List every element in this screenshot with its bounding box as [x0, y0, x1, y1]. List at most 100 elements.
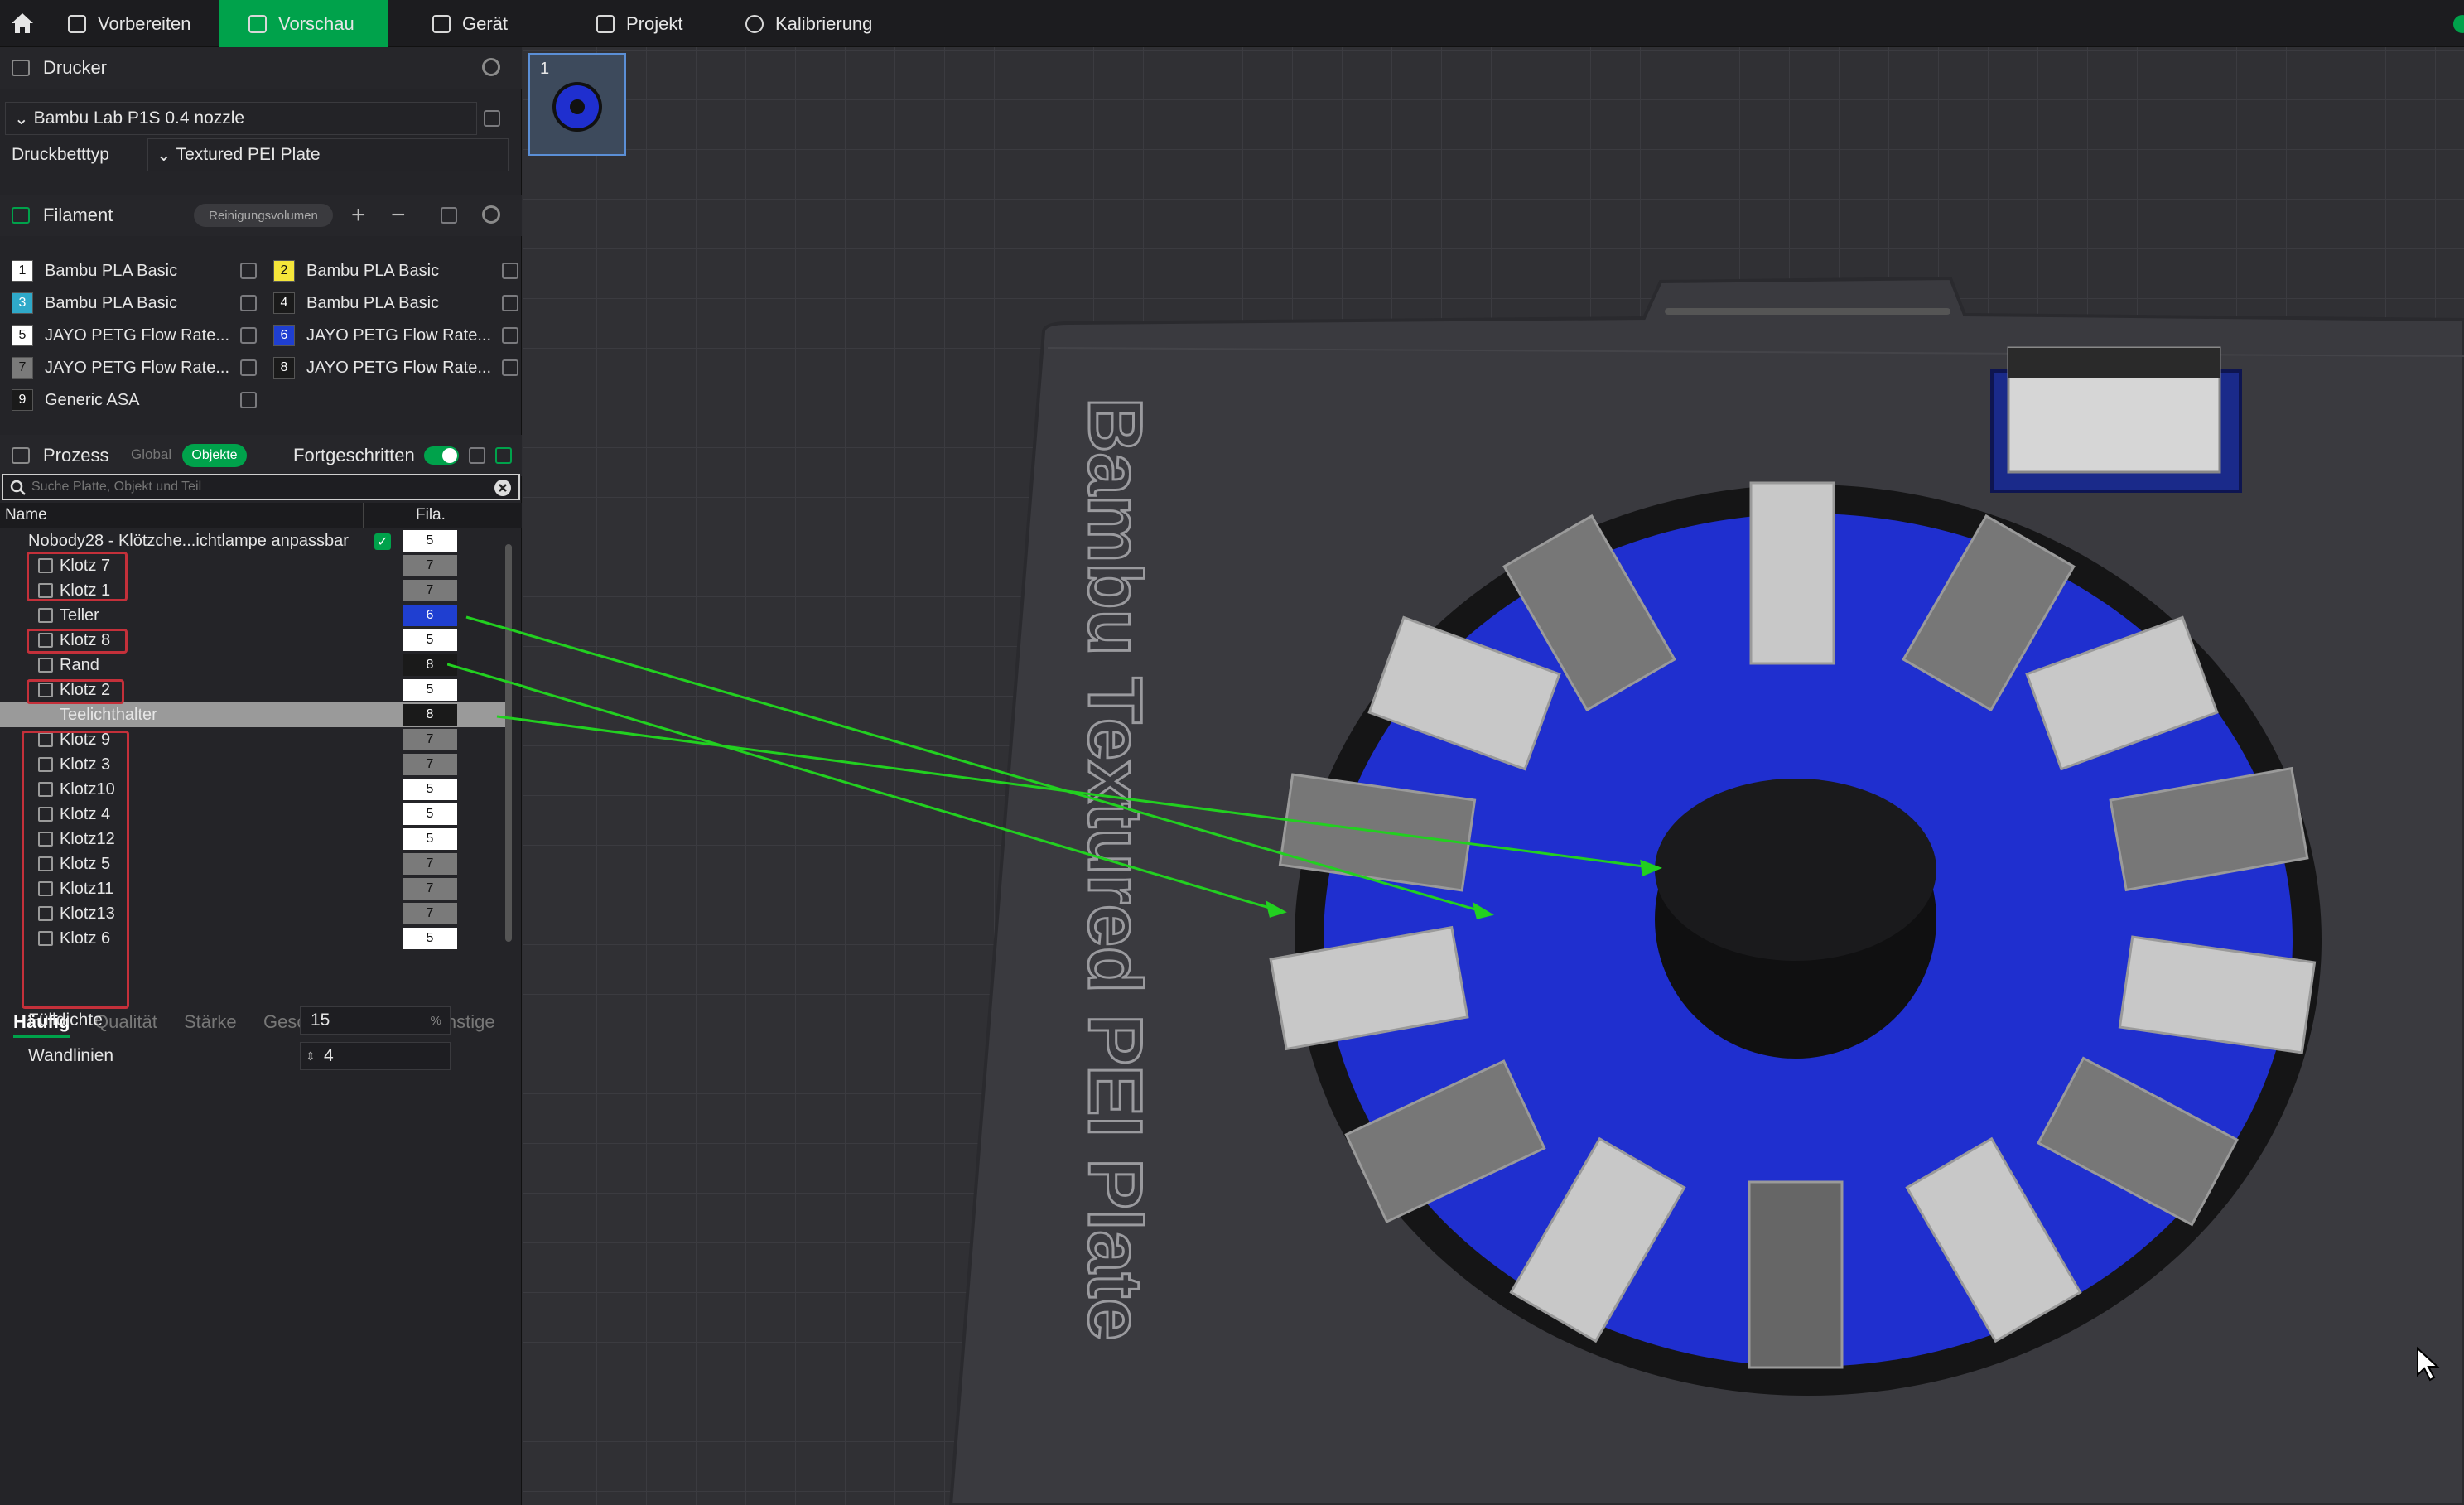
- edit-filament-icon[interactable]: [240, 359, 257, 376]
- edit-filament-icon[interactable]: [502, 295, 518, 311]
- edit-filament-icon[interactable]: [502, 263, 518, 279]
- filament-badge[interactable]: 5: [403, 530, 457, 552]
- filament-swatch[interactable]: 6: [273, 325, 295, 346]
- list-view-icon[interactable]: [469, 447, 485, 464]
- filament-swatch[interactable]: 7: [12, 357, 33, 379]
- filament-swatch[interactable]: 1: [12, 260, 33, 282]
- tab-strength[interactable]: Stärke: [184, 1011, 237, 1033]
- tab-device[interactable]: Gerät: [432, 0, 548, 47]
- edit-filament-icon[interactable]: [502, 359, 518, 376]
- filament-name[interactable]: JAYO PETG Flow Rate...: [45, 326, 234, 345]
- checkbox-checked-icon[interactable]: ✓: [374, 533, 391, 550]
- filament-name[interactable]: Bambu PLA Basic: [306, 294, 495, 313]
- tree-item-name: Rand: [60, 655, 99, 674]
- filament-item[interactable]: 6 JAYO PETG Flow Rate...: [273, 321, 518, 350]
- filament-item[interactable]: 1 Bambu PLA Basic: [12, 257, 257, 285]
- filament-badge[interactable]: 7: [403, 903, 457, 924]
- filament-swatch[interactable]: 2: [273, 260, 295, 282]
- process-section-header: Prozess Global Objekte Fortgeschritten: [0, 435, 522, 476]
- tab-preview[interactable]: Vorschau: [219, 0, 388, 47]
- filament-badge[interactable]: 5: [403, 779, 457, 800]
- plate-thumbnail[interactable]: 1: [528, 53, 626, 156]
- block-part[interactable]: [1748, 1180, 1844, 1369]
- switch-knob: [442, 448, 457, 463]
- home-icon[interactable]: [10, 12, 35, 35]
- edit-filament-icon[interactable]: [240, 327, 257, 344]
- scene: Bambu Textured PEI Plate: [523, 47, 2464, 1505]
- filament-item[interactable]: 5 JAYO PETG Flow Rate...: [12, 321, 257, 350]
- filament-swatch[interactable]: 4: [273, 292, 295, 314]
- printer-select[interactable]: ⌄ Bambu Lab P1S 0.4 nozzle: [5, 102, 477, 135]
- infill-input[interactable]: 15 %: [300, 1006, 451, 1035]
- global-toggle[interactable]: Global: [131, 446, 171, 463]
- filament-name[interactable]: Bambu PLA Basic: [45, 294, 234, 313]
- edit-filament-icon[interactable]: [240, 392, 257, 408]
- filament-badge[interactable]: 7: [403, 853, 457, 875]
- edit-filament-icon[interactable]: [240, 295, 257, 311]
- filament-name[interactable]: Bambu PLA Basic: [45, 262, 234, 281]
- tab-project[interactable]: Projekt: [596, 0, 721, 47]
- filament-badge[interactable]: 5: [403, 928, 457, 949]
- filament-badge[interactable]: 7: [403, 754, 457, 775]
- advanced-switch[interactable]: [424, 446, 459, 465]
- calibration-icon: [745, 14, 764, 33]
- filament-swatch[interactable]: 3: [12, 292, 33, 314]
- gear-icon[interactable]: [482, 58, 500, 76]
- 3d-viewport[interactable]: Bambu Textured PEI Plate: [523, 47, 2464, 1505]
- filament-badge[interactable]: 5: [403, 803, 457, 825]
- tab-calibration-label: Kalibrierung: [775, 12, 873, 34]
- filament-name[interactable]: JAYO PETG Flow Rate...: [45, 359, 234, 378]
- tab-calibration[interactable]: Kalibrierung: [745, 0, 911, 47]
- filament-swatch[interactable]: 8: [273, 357, 295, 379]
- tab-device-label: Gerät: [462, 12, 509, 34]
- tab-prepare[interactable]: Vorbereiten: [68, 0, 217, 47]
- part-icon: [38, 658, 53, 673]
- filament-item[interactable]: 9 Generic ASA: [12, 386, 257, 414]
- filament-badge[interactable]: 5: [403, 828, 457, 850]
- clear-search-icon[interactable]: [494, 479, 512, 497]
- remove-filament-icon[interactable]: −: [391, 201, 406, 229]
- tab-quality[interactable]: Qualität: [94, 1011, 157, 1033]
- edit-filament-icon[interactable]: [502, 327, 518, 344]
- filament-badge[interactable]: 7: [403, 555, 457, 576]
- sync-filament-icon[interactable]: [441, 207, 457, 224]
- bed-type-label: Druckbetttyp: [12, 145, 109, 164]
- add-filament-icon[interactable]: +: [351, 201, 366, 229]
- object-search[interactable]: [2, 474, 520, 500]
- filament-item[interactable]: 8 JAYO PETG Flow Rate...: [273, 354, 518, 382]
- filament-swatch[interactable]: 9: [12, 389, 33, 411]
- filament-item[interactable]: 3 Bambu PLA Basic: [12, 289, 257, 317]
- purge-volume-label: Reinigungsvolumen: [209, 208, 318, 223]
- bed-type-select[interactable]: ⌄ Textured PEI Plate: [147, 138, 509, 171]
- spin-icon[interactable]: ⇕: [306, 1049, 316, 1064]
- highlight-box: [22, 731, 129, 1009]
- tree-scrollbar[interactable]: [505, 544, 512, 942]
- filament-item[interactable]: 2 Bambu PLA Basic: [273, 257, 518, 285]
- edit-printer-icon[interactable]: [484, 110, 500, 127]
- filament-swatch[interactable]: 5: [12, 325, 33, 346]
- tree-part-row[interactable]: Rand 8: [0, 653, 464, 678]
- compare-icon[interactable]: [495, 447, 512, 464]
- filament-name[interactable]: Generic ASA: [45, 391, 234, 410]
- filament-name[interactable]: JAYO PETG Flow Rate...: [306, 326, 495, 345]
- filament-item[interactable]: 4 Bambu PLA Basic: [273, 289, 518, 317]
- tree-item-name: Teller: [60, 605, 99, 625]
- search-input[interactable]: [31, 477, 479, 497]
- edit-filament-icon[interactable]: [240, 263, 257, 279]
- filament-item[interactable]: 7 JAYO PETG Flow Rate...: [12, 354, 257, 382]
- advanced-label: Fortgeschritten: [293, 445, 415, 465]
- filament-name[interactable]: Bambu PLA Basic: [306, 262, 495, 281]
- tab-prepare-label: Vorbereiten: [98, 12, 191, 34]
- filament-badge[interactable]: 7: [403, 729, 457, 750]
- filament-badge[interactable]: 7: [403, 878, 457, 900]
- tree-part-row[interactable]: Teller 6: [0, 603, 464, 628]
- gear-icon[interactable]: [482, 205, 500, 224]
- wall-loops-input[interactable]: ⇕ 4: [300, 1042, 451, 1070]
- filament-name[interactable]: JAYO PETG Flow Rate...: [306, 359, 495, 378]
- tree-root-row[interactable]: Nobody28 - Klötzche...ichtlampe anpassba…: [0, 528, 464, 553]
- filament-badge[interactable]: 7: [403, 580, 457, 601]
- block-part[interactable]: [1749, 481, 1835, 665]
- objects-toggle[interactable]: Objekte: [182, 444, 247, 467]
- tree-part-row[interactable]: Teelichthalter 8: [0, 702, 505, 727]
- purge-volume-button[interactable]: Reinigungsvolumen: [194, 204, 333, 227]
